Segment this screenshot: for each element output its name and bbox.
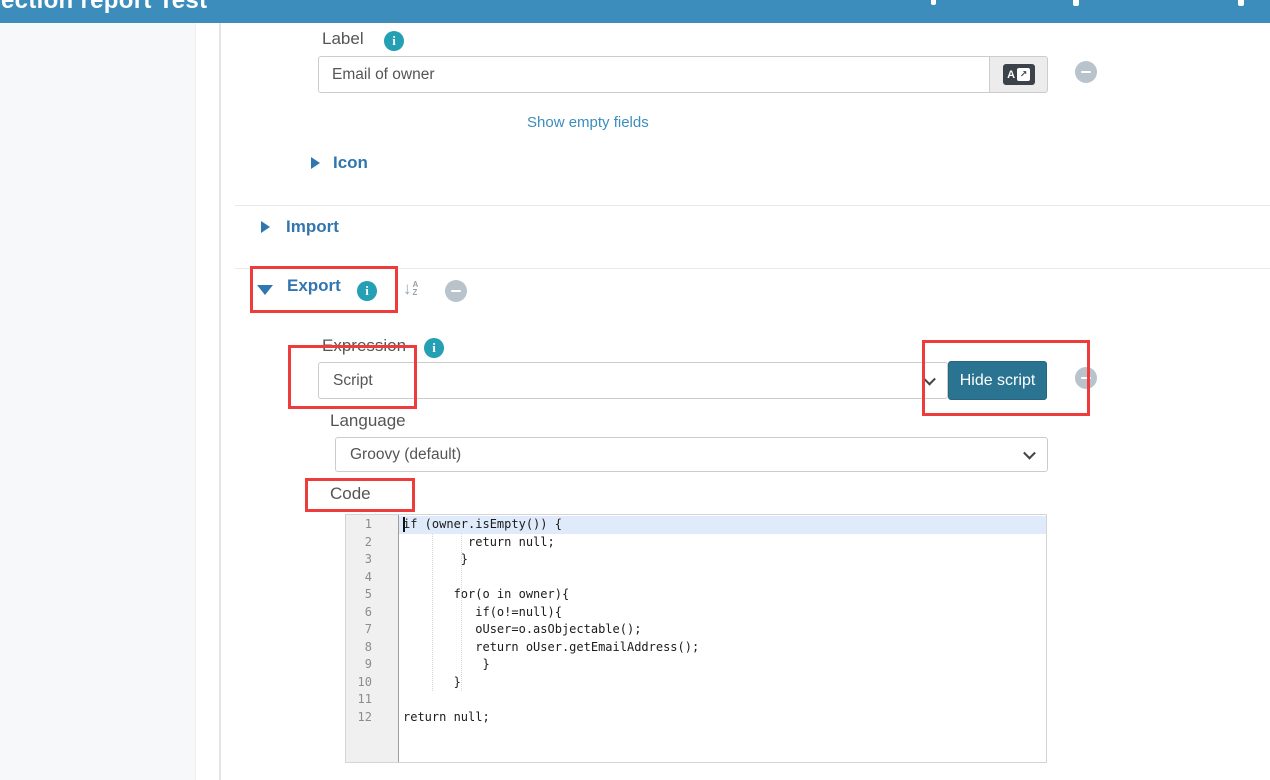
- translate-icon: A ↗: [1003, 64, 1035, 85]
- export-info-icon[interactable]: i: [357, 281, 377, 301]
- code-line-number: 6: [346, 604, 398, 622]
- code-editor[interactable]: 123456789101112 if (owner.isEmpty()) { r…: [345, 514, 1047, 763]
- export-section-expand-icon[interactable]: [257, 285, 273, 295]
- code-line[interactable]: return null;: [399, 534, 1046, 552]
- code-line-number: 4: [346, 569, 398, 587]
- section-icon[interactable]: Icon: [333, 153, 368, 173]
- code-line[interactable]: for(o in owner){: [399, 586, 1046, 604]
- code-gutter: 123456789101112: [346, 515, 399, 762]
- code-lines: if (owner.isEmpty()) { return null; } fo…: [399, 516, 1046, 726]
- code-line[interactable]: return null;: [399, 709, 1046, 727]
- code-line[interactable]: [399, 691, 1046, 709]
- code-line-number: 9: [346, 656, 398, 674]
- code-line-number: 8: [346, 639, 398, 657]
- indent-guide: [432, 534, 433, 692]
- sort-arrow: ↓: [403, 280, 412, 297]
- code-line-number: 3: [346, 551, 398, 569]
- content-panel-edge: [219, 23, 221, 780]
- code-line[interactable]: }: [399, 674, 1046, 692]
- expression-info-icon[interactable]: i: [424, 338, 444, 358]
- language-select[interactable]: Groovy (default): [335, 437, 1048, 472]
- code-line-number: 7: [346, 621, 398, 639]
- sort-icon[interactable]: ↓ A Z: [403, 280, 418, 297]
- left-sidebar: [0, 23, 196, 780]
- code-line-number: 5: [346, 586, 398, 604]
- show-empty-fields-link[interactable]: Show empty fields: [527, 114, 649, 131]
- remove-expression-button[interactable]: [1075, 367, 1097, 389]
- code-line-number: 1: [346, 516, 398, 534]
- label-input-group: A ↗: [318, 56, 1048, 93]
- text-cursor: [403, 517, 405, 532]
- import-section-collapse-icon[interactable]: [261, 221, 270, 233]
- code-line-number: 12: [346, 709, 398, 727]
- page-title: Edit collection report Test: [0, 0, 207, 15]
- sort-letter-z: Z: [413, 289, 419, 297]
- translate-addon-button[interactable]: A ↗: [990, 56, 1048, 93]
- divider: [235, 268, 1270, 269]
- info-glyph: i: [392, 33, 396, 49]
- info-icon[interactable]: i: [384, 31, 404, 51]
- translate-a: A: [1007, 69, 1015, 81]
- divider: [235, 205, 1270, 206]
- code-line[interactable]: if (owner.isEmpty()) {: [399, 516, 1046, 534]
- chevron-down-icon: [923, 372, 936, 385]
- code-line[interactable]: [399, 569, 1046, 587]
- info-glyph: i: [432, 340, 436, 356]
- header-icon-fragment-1[interactable]: [931, 0, 936, 5]
- section-import[interactable]: Import: [286, 217, 339, 237]
- remove-label-button[interactable]: [1075, 61, 1097, 83]
- hide-script-label: Hide script: [960, 372, 1036, 390]
- expression-select[interactable]: Script: [318, 362, 948, 399]
- chevron-down-icon: [1023, 446, 1036, 459]
- code-line[interactable]: }: [399, 551, 1046, 569]
- header-icon-fragment-3[interactable]: [1238, 0, 1244, 6]
- code-line-number: 11: [346, 691, 398, 709]
- hide-script-button[interactable]: Hide script: [948, 361, 1047, 400]
- language-label: Language: [330, 411, 406, 431]
- code-label: Code: [330, 484, 371, 504]
- icon-section-collapse-icon[interactable]: [311, 157, 320, 169]
- code-line[interactable]: }: [399, 656, 1046, 674]
- label-field-label: Label: [322, 29, 364, 49]
- code-line[interactable]: if(o!=null){: [399, 604, 1046, 622]
- indent-guide: [461, 534, 462, 692]
- code-line[interactable]: oUser=o.asObjectable();: [399, 621, 1046, 639]
- header-icon-fragment-2[interactable]: [1073, 0, 1079, 6]
- section-export[interactable]: Export: [287, 276, 341, 296]
- app-header: Edit collection report Test: [0, 0, 1270, 23]
- code-line-number: 10: [346, 674, 398, 692]
- info-glyph: i: [365, 283, 369, 299]
- translate-arrow: ↗: [1017, 68, 1030, 81]
- code-line[interactable]: return oUser.getEmailAddress();: [399, 639, 1046, 657]
- expression-label: Expression: [322, 336, 406, 356]
- expression-select-value: Script: [333, 372, 373, 390]
- code-line-number: 2: [346, 534, 398, 552]
- remove-export-button[interactable]: [445, 280, 467, 302]
- label-input[interactable]: [318, 56, 990, 93]
- code-area[interactable]: if (owner.isEmpty()) { return null; } fo…: [399, 515, 1046, 762]
- language-select-value: Groovy (default): [350, 446, 461, 464]
